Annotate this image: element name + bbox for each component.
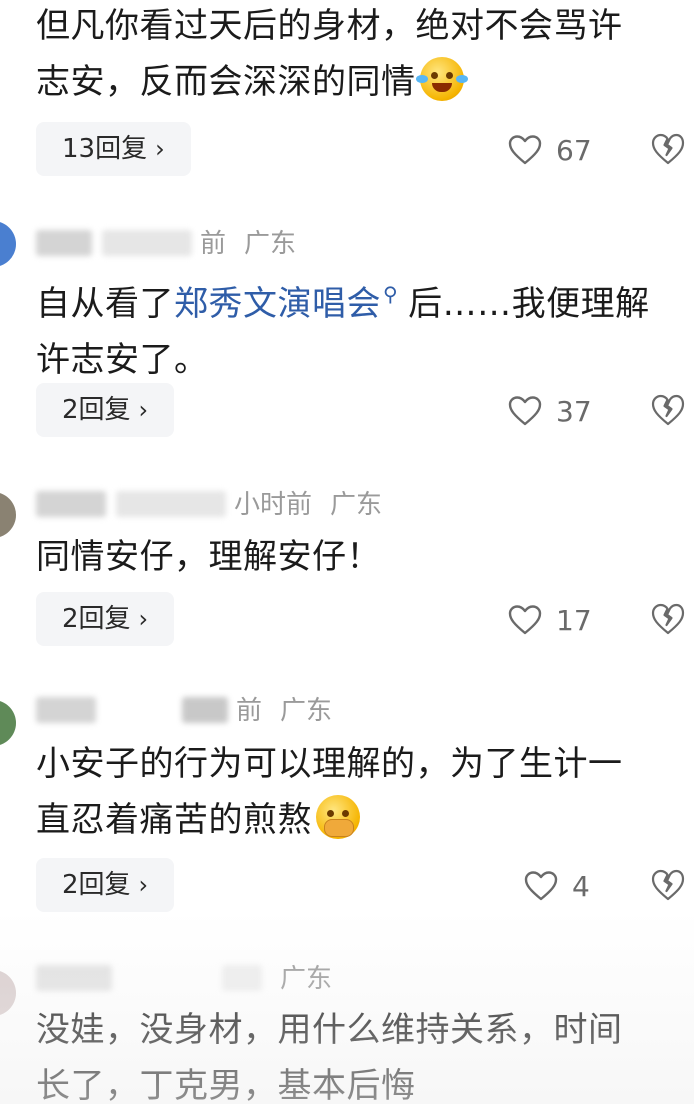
view-replies-button[interactable]: 2回复 › — [36, 592, 175, 646]
like-button[interactable]: 67 — [508, 130, 592, 170]
comment-region: 广东 — [330, 490, 383, 520]
avatar[interactable] — [0, 221, 16, 267]
like-count: 17 — [556, 603, 592, 637]
comment-text: 自从看了郑秀文演唱会 ⚲ 后……我便理解 许志安了。 — [36, 266, 686, 388]
comment-meta: 前广东 — [36, 696, 332, 726]
heart-outline-icon — [508, 396, 542, 426]
username-redacted — [182, 697, 228, 723]
comment-line: 同情安仔，理解安仔！ — [36, 537, 381, 577]
comment-time: 小时前 — [234, 490, 313, 520]
heart-outline-icon — [508, 135, 542, 165]
username-redacted[interactable] — [36, 697, 96, 723]
comment-meta: 前广东 — [36, 229, 296, 259]
search-topic-link[interactable]: 郑秀文演唱会 — [174, 284, 381, 324]
comment-line: 志安，反而会深深的同情 — [36, 62, 416, 102]
avatar[interactable] — [0, 970, 16, 1016]
comment-line: 自从看了郑秀文演唱会 ⚲ 后……我便理解 — [36, 266, 686, 332]
comment-text-after: 后……我便理解 — [408, 284, 650, 324]
broken-heart-icon[interactable] — [650, 131, 686, 167]
username-redacted — [116, 491, 226, 517]
like-button[interactable]: 17 — [508, 600, 592, 640]
avatar[interactable] — [0, 492, 16, 538]
comment-text: 同情安仔，理解安仔！ — [36, 529, 686, 585]
view-replies-button[interactable]: 2回复 › — [36, 383, 175, 437]
reply-count-label: 2回复 — [62, 395, 131, 425]
comment-text: 但凡你看过天后的身材，绝对不会骂许 志安，反而会深深的同情 — [36, 0, 686, 110]
chevron-right-icon: › — [138, 396, 149, 424]
like-button[interactable]: 4 — [524, 866, 590, 906]
comment-meta: 广东 — [36, 964, 332, 994]
like-count: 67 — [556, 133, 592, 167]
comment-region: 广东 — [280, 696, 333, 726]
heart-outline-icon — [508, 605, 542, 635]
like-count: 37 — [556, 394, 592, 428]
comment-feed: 但凡你看过天后的身材，绝对不会骂许 志安，反而会深深的同情 13回复 › 67 前… — [0, 0, 694, 1104]
laughing-tears-emoji-icon — [415, 57, 468, 101]
view-replies-button[interactable]: 2回复 › — [36, 858, 175, 912]
comment-time: 前 — [200, 229, 227, 259]
like-count: 4 — [572, 869, 590, 903]
chevron-right-icon: › — [138, 605, 149, 633]
username-redacted — [222, 965, 262, 991]
comment-line: 长了，丁克男，基本后悔 — [36, 1066, 416, 1104]
comment-line: 但凡你看过天后的身材，绝对不会骂许 — [36, 6, 623, 46]
like-button[interactable]: 37 — [508, 391, 592, 431]
comment-line: 许志安了。 — [36, 340, 209, 380]
reply-count-label: 2回复 — [62, 604, 131, 634]
comment-time: 前 — [236, 696, 263, 726]
chevron-right-icon: › — [155, 135, 165, 163]
broken-heart-icon[interactable] — [650, 867, 686, 903]
username-redacted — [102, 230, 192, 256]
broken-heart-icon[interactable] — [650, 392, 686, 428]
view-replies-button[interactable]: 13回复 › — [36, 122, 191, 176]
chevron-right-icon: › — [138, 871, 149, 899]
search-icon[interactable]: ⚲ — [383, 266, 398, 322]
comment-text: 小安子的行为可以理解的，为了生计一 直忍着痛苦的煎熬 — [36, 736, 686, 848]
username-redacted[interactable] — [36, 491, 106, 517]
comment-text-before: 自从看了 — [36, 284, 174, 324]
comment-line: 直忍着痛苦的煎熬 — [36, 800, 312, 840]
username-redacted[interactable] — [36, 965, 112, 991]
comment-line-with-emoji: 志安，反而会深深的同情 — [36, 54, 686, 110]
comment-meta: 小时前 广东 — [36, 490, 382, 520]
username-redacted[interactable] — [36, 230, 92, 256]
comment-line-with-emoji: 直忍着痛苦的煎熬 — [36, 792, 686, 848]
broken-heart-icon[interactable] — [650, 601, 686, 637]
hand-over-mouth-emoji-icon — [316, 795, 360, 839]
reply-count-label: 2回复 — [62, 870, 131, 900]
avatar[interactable] — [0, 700, 16, 746]
comment-line: 没娃，没身材，用什么维持关系，时间 — [36, 1010, 623, 1050]
comment-line: 小安子的行为可以理解的，为了生计一 — [36, 744, 623, 784]
comment-text: 没娃，没身材，用什么维持关系，时间 长了，丁克男，基本后悔 — [36, 1002, 686, 1104]
heart-outline-icon — [524, 871, 558, 901]
reply-count-label: 13回复 — [62, 134, 148, 164]
comment-region: 广东 — [280, 964, 333, 994]
comment-region: 广东 — [244, 229, 297, 259]
